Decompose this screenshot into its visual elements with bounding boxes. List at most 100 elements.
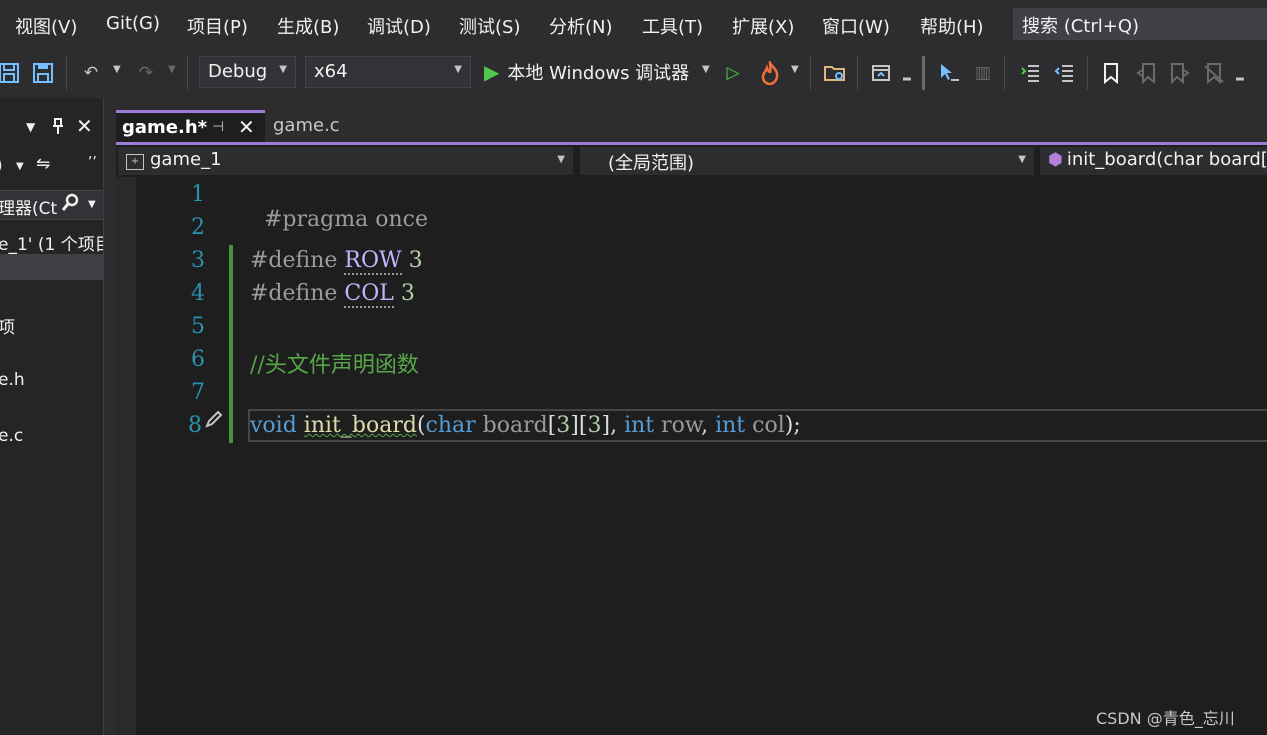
clear-bookmarks-icon[interactable] [1201,60,1227,86]
edit-pencil-icon[interactable] [204,409,224,433]
navigation-bar: + game_1 ▼ (全局范围) ▼ ⬢ init_board(char boar… [116,145,1267,177]
toolbar-overflow-icon[interactable]: ▂ [1236,70,1244,81]
scope-dropdown[interactable]: (全局范围) ▼ [580,147,1034,175]
tree-item-header-files[interactable]: 项 [0,313,15,338]
chevron-down-icon[interactable]: ▼ [16,161,24,172]
configuration-select[interactable]: Debug ▼ [199,56,296,88]
solution-node[interactable]: e_1' (1 个项目 [0,230,103,255]
toolbar-separator [1087,56,1088,90]
search-icon [61,193,79,218]
redo-dropdown-icon[interactable]: ▼ [168,64,176,75]
chevron-down-icon: ▼ [557,154,565,165]
menu-debug[interactable]: 调试(D) [367,13,431,39]
solution-explorer-panel: ▼ ✕ ) ▼ ⇋ ,, 理器(Ct ▼ e_1' (1 个项目 项 e.h e… [0,98,103,735]
tree-item-game-c[interactable]: e.c [0,426,23,446]
menu-help[interactable]: 帮助(H) [920,13,984,39]
browser-dropdown-icon[interactable]: ▂ [903,70,911,81]
format-icon[interactable]: ▥ [970,60,996,86]
next-bookmark-icon[interactable] [1167,60,1193,86]
tab-game-c[interactable]: game.c [265,113,402,141]
more-icon[interactable]: ,, [88,146,97,162]
toolbar-gripper [922,56,925,90]
toolbar-separator [857,56,858,90]
solution-search-box[interactable]: 理器(Ct ▼ [0,190,103,220]
folder-search-icon[interactable] [822,60,848,86]
toolbar-separator [66,56,67,90]
code-line-1: #pragma once [250,182,428,232]
start-without-debugging-icon[interactable]: ▷ [720,60,746,86]
undo-icon[interactable]: ↶ [78,60,104,86]
menu-build[interactable]: 生成(B) [277,13,339,39]
preprocessor-directive: #define [250,281,345,306]
select-element-icon[interactable] [936,60,962,86]
selected-tree-item[interactable] [0,254,103,280]
selection-margin [116,177,136,735]
menu-test[interactable]: 测试(S) [459,13,520,39]
change-tracking-bar [229,245,233,443]
menu-window[interactable]: 窗口(W) [822,13,890,39]
undo-dropdown-icon[interactable]: ▼ [113,64,121,75]
pin-icon[interactable] [51,117,65,139]
indent-icon[interactable] [1017,60,1043,86]
menu-project[interactable]: 项目(P) [187,13,248,39]
panel-divider [103,98,104,735]
menu-tools[interactable]: 工具(T) [642,13,703,39]
outdent-icon[interactable] [1051,60,1077,86]
save-icon[interactable] [0,60,22,86]
number-literal: 3 [408,248,423,273]
menu-view[interactable]: 视图(V) [15,13,77,39]
method-cube-icon: ⬢ [1048,150,1063,170]
hot-reload-dropdown-icon[interactable]: ▼ [791,64,799,75]
toolbar-separator [810,56,811,90]
search-box[interactable]: 搜索 (Ctrl+Q) [1013,8,1267,40]
menu-analyze[interactable]: 分析(N) [549,13,613,39]
run-label: 本地 Windows 调试器 [507,63,690,84]
line-number: 8 [188,413,202,438]
start-debugging-button[interactable]: ▶ 本地 Windows 调试器 [484,58,689,86]
comment: //头文件声明函数 [250,353,419,378]
tab-label: game.h* [122,117,208,138]
code-line-3: #define ROW 3 [250,248,423,275]
menu-git[interactable]: Git(G) [106,13,160,34]
close-icon[interactable]: ✕ [76,114,93,138]
array-dims: [3][3] [547,413,611,438]
previous-bookmark-icon[interactable] [1133,60,1159,86]
project-dropdown[interactable]: + game_1 ▼ [118,147,573,175]
macro-name: COL [344,281,394,308]
line-number: 3 [191,248,205,273]
line-number: 4 [191,281,205,306]
scope-name: (全局范围) [608,153,695,174]
platform-select[interactable]: x64 ▼ [305,56,471,88]
member-name: init_board(char board[3 [1066,149,1267,170]
pin-tab-icon[interactable]: ⊣ [212,119,224,135]
sync-icon[interactable]: ⇋ [36,154,50,174]
hot-reload-icon[interactable] [757,60,783,86]
chevron-down-icon: ▼ [279,64,287,75]
tree-item-game-h[interactable]: e.h [0,370,25,390]
panel-options-dropdown-icon[interactable]: ▼ [26,120,35,134]
play-icon: ▶ [484,60,500,84]
chevron-down-icon: ▼ [88,199,96,210]
panel-splitter[interactable] [103,98,116,735]
tab-game-h[interactable]: game.h* ⊣ ✕ [116,110,265,143]
punctuation: ( [416,413,426,438]
keyword: void [250,413,297,438]
close-tab-icon[interactable]: ✕ [238,115,255,139]
tab-label: game.c [273,115,340,136]
redo-icon[interactable]: ↷ [133,60,159,86]
back-icon[interactable]: ) [0,156,3,176]
line-number: 7 [191,380,205,405]
menu-extensions[interactable]: 扩展(X) [732,13,794,39]
line-number: 1 [191,182,205,207]
bookmark-icon[interactable] [1098,60,1124,86]
toolbar: ↶ ▼ ↷ ▼ Debug ▼ x64 ▼ ▶ 本地 Windows 调试器 ▼… [0,50,1267,98]
configuration-value: Debug [208,61,268,82]
run-dropdown-icon[interactable]: ▼ [702,64,710,75]
member-dropdown[interactable]: ⬢ init_board(char board[3 [1040,147,1267,175]
project-icon: + [126,154,144,170]
chevron-down-icon: ▼ [454,64,462,75]
menu-bar: 视图(V) Git(G) 项目(P) 生成(B) 调试(D) 测试(S) 分析(… [0,0,1267,50]
browser-icon[interactable] [868,60,894,86]
save-all-icon[interactable] [30,60,56,86]
code-line-4: #define COL 3 [250,281,415,308]
